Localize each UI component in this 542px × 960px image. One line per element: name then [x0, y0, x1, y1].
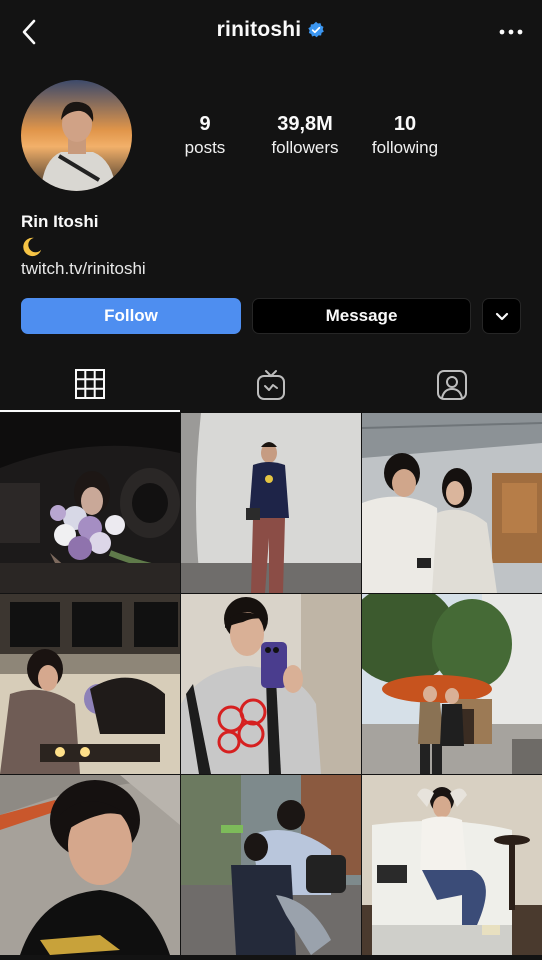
username: rinitoshi [216, 18, 302, 41]
post-image [0, 775, 180, 955]
tab-tagged[interactable] [362, 357, 542, 412]
grid-icon [75, 368, 105, 399]
profile-screen: rinitoshi 9 posts 39,8M followers 10 fol… [0, 0, 542, 960]
stat-posts[interactable]: 9 posts [160, 112, 250, 160]
following-label: following [371, 138, 439, 157]
post-thumbnail-6[interactable] [362, 594, 542, 774]
suggested-accounts-button[interactable] [482, 298, 521, 334]
follow-button[interactable]: Follow [21, 298, 241, 334]
post-image [181, 594, 361, 774]
post-thumbnail-2[interactable] [181, 413, 361, 593]
post-image [0, 594, 180, 774]
post-thumbnail-7[interactable] [0, 775, 180, 955]
top-bar: rinitoshi [0, 0, 542, 64]
followers-label: followers [271, 138, 339, 157]
posts-grid [0, 413, 542, 960]
verified-badge-icon [308, 21, 325, 38]
posts-count: 9 [199, 113, 211, 135]
profile-stats: 9 posts 39,8M followers 10 following [160, 112, 460, 166]
post-image [362, 775, 542, 955]
followers-count: 39,8M [277, 113, 333, 135]
profile-avatar[interactable] [21, 80, 132, 191]
igtv-icon [257, 369, 285, 400]
profile-tabs [0, 357, 542, 412]
tagged-user-icon [437, 369, 467, 400]
avatar-image [21, 80, 132, 191]
stat-followers[interactable]: 39,8M followers [260, 112, 350, 160]
post-thumbnail-1[interactable] [0, 413, 180, 593]
tab-igtv[interactable] [181, 357, 361, 412]
stat-following[interactable]: 10 following [360, 112, 450, 160]
more-options-button[interactable] [496, 18, 526, 46]
post-image [0, 413, 180, 593]
post-image [362, 413, 542, 593]
message-button[interactable]: Message [252, 298, 471, 334]
more-horizontal-icon [499, 29, 523, 35]
crescent-moon-icon [23, 237, 42, 257]
post-image [181, 775, 361, 955]
post-thumbnail-3[interactable] [362, 413, 542, 593]
post-image [362, 594, 542, 774]
display-name: Rin Itoshi [21, 212, 99, 231]
bio-link[interactable]: twitch.tv/rinitoshi [21, 259, 146, 279]
profile-actions: Follow Message [21, 298, 521, 334]
following-count: 10 [393, 113, 417, 135]
username-header: rinitoshi [0, 18, 542, 42]
post-thumbnail-4[interactable] [0, 594, 180, 774]
post-thumbnail-9[interactable] [362, 775, 542, 955]
tab-grid[interactable] [0, 357, 180, 412]
post-thumbnail-8[interactable] [181, 775, 361, 955]
post-image [181, 413, 361, 593]
post-thumbnail-5[interactable] [181, 594, 361, 774]
posts-label: posts [184, 138, 226, 157]
chevron-down-icon [495, 312, 508, 320]
